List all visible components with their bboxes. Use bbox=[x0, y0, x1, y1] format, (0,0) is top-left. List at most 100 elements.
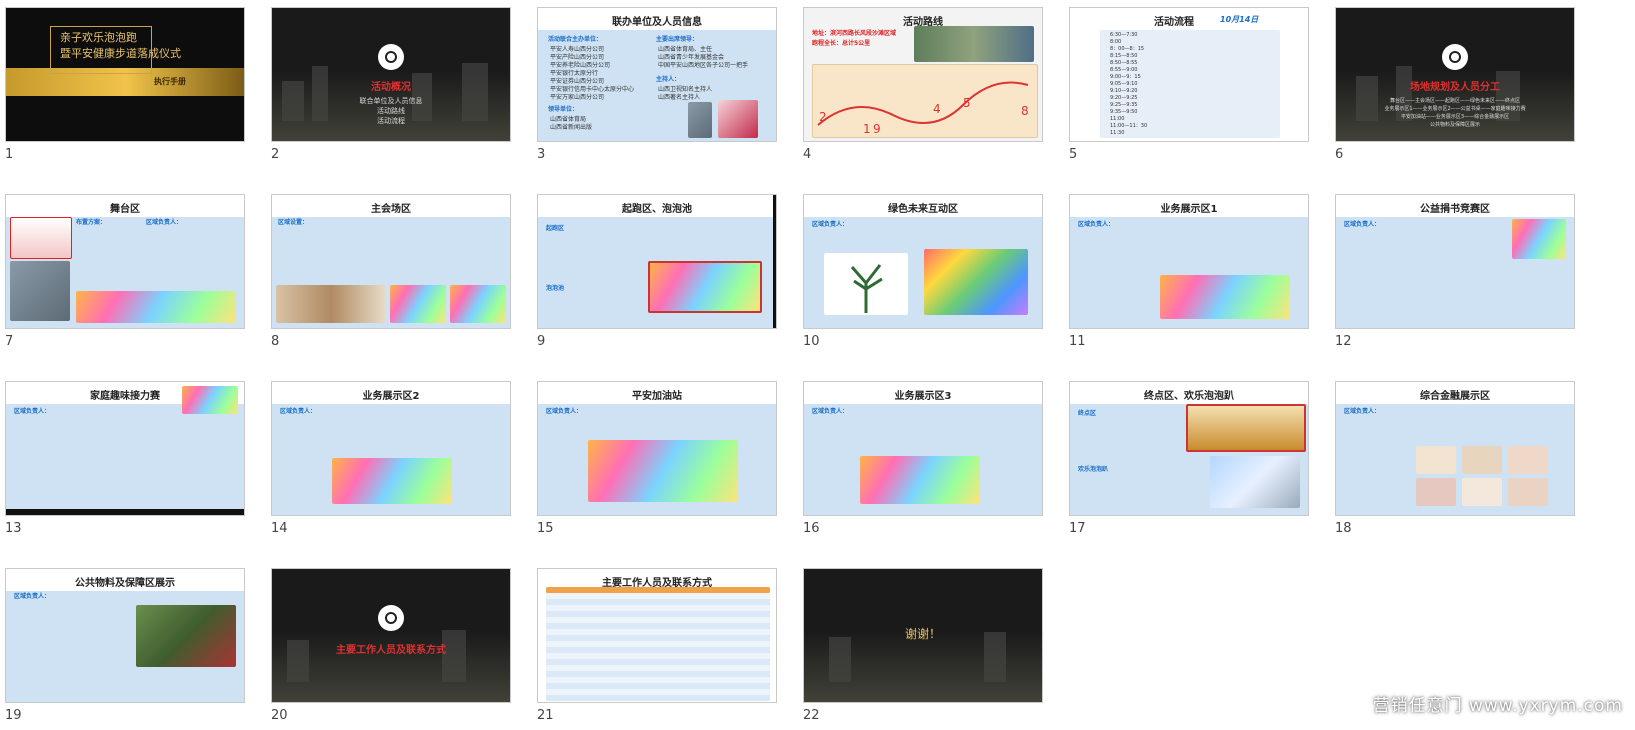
slide-thumbnail-7[interactable]: 舞台区 布置方案： 区域负责人： 7 bbox=[0, 187, 250, 354]
section-line: 活动路线 bbox=[377, 107, 405, 115]
text-heading: 区域负责人： bbox=[280, 408, 317, 415]
slide-title: 联办单位及人员信息 bbox=[612, 17, 702, 28]
schedule-time: 8：00—8：15 bbox=[1110, 46, 1145, 52]
stage-rendering bbox=[10, 217, 72, 259]
route-address: 地址：滨河西路长风段沙滩区域 bbox=[812, 30, 897, 37]
slide-thumbnail-18[interactable]: 综合金融展示区 区域负责人： 18 bbox=[1330, 374, 1580, 541]
finish-arch-image bbox=[1186, 404, 1306, 452]
slide-number: 8 bbox=[271, 334, 280, 349]
text-heading: 主持人： bbox=[656, 76, 681, 83]
text-heading: 泡泡池 bbox=[546, 285, 565, 292]
schedule-time: 9:00—9：15 bbox=[1110, 74, 1141, 80]
text-line: 山西著名主持人 bbox=[658, 94, 701, 101]
text-heading: 区域负责人： bbox=[146, 219, 183, 226]
poster-image bbox=[1508, 478, 1548, 506]
slide-number: 13 bbox=[5, 521, 22, 536]
slide-preview: 主要工作人员及联系方式 bbox=[537, 568, 777, 703]
thanks-text: 谢谢！ bbox=[904, 627, 941, 641]
section-line: 联合单位及人员信息 bbox=[359, 97, 423, 105]
text-line: 平安银行信用卡中心太原分中心 bbox=[550, 86, 635, 93]
host-photo bbox=[688, 102, 712, 138]
schedule-time: 6:30—7:30 bbox=[1110, 32, 1138, 38]
schedule-time: 9:20—9:25 bbox=[1110, 95, 1138, 101]
slide-thumbnail-16[interactable]: 业务展示区3 区域负责人： 16 bbox=[798, 374, 1048, 541]
bubble-party-photo bbox=[1210, 456, 1300, 508]
slide-title: 终点区、欢乐泡泡趴 bbox=[1144, 391, 1234, 402]
text-heading: 布置方案： bbox=[76, 219, 107, 226]
text-line: 平安证券山西分公司 bbox=[550, 78, 605, 85]
schedule-time: 8:15—8:50 bbox=[1110, 53, 1138, 59]
slide-title: 业务展示区2 bbox=[362, 391, 420, 402]
text-line: 平安万家山西分公司 bbox=[550, 94, 605, 101]
slide-preview: 亲子欢乐泡泡跑 暨平安健康步道落成仪式 执行手册 bbox=[5, 7, 245, 142]
banner-image bbox=[588, 440, 738, 502]
schedule-time: 11:30 bbox=[1110, 130, 1125, 136]
slide-preview: 业务展示区1 区域负责人： bbox=[1069, 194, 1309, 329]
slide-preview: 家庭趣味接力赛 区域负责人： bbox=[5, 381, 245, 516]
text-heading: 主要出席领导： bbox=[656, 36, 699, 43]
text-line: 平安养老险山西分公司 bbox=[550, 62, 611, 69]
title-line-1: 亲子欢乐泡泡跑 bbox=[60, 31, 137, 44]
text-heading: 区域设置： bbox=[278, 219, 309, 226]
slide-thumbnail-4[interactable]: 活动路线 地址：滨河西路长风段沙滩区域 跑程全长：总计5公里 2 1 9 4 5… bbox=[798, 0, 1048, 167]
slide-number: 21 bbox=[537, 708, 554, 723]
staff-contact-table bbox=[546, 587, 770, 701]
site-map bbox=[10, 261, 70, 321]
slide-thumbnail-6[interactable]: 场地规划及人员分工 舞台区——主会场区——起跑区——绿色未来区——终点区 业务展… bbox=[1330, 0, 1580, 167]
schedule-time: 8:55—9:00 bbox=[1110, 67, 1138, 73]
slide-thumbnail-8[interactable]: 主会场区 区域设置： 8 bbox=[266, 187, 516, 354]
slide-thumbnail-3[interactable]: 联办单位及人员信息 活动联合主办单位： 平安人寿山西分公司 平安产险山西分公司 … bbox=[532, 0, 782, 167]
slide-thumbnail-14[interactable]: 业务展示区2 区域负责人： 14 bbox=[266, 374, 516, 541]
section-title: 场地规划及人员分工 bbox=[1410, 82, 1500, 93]
slide-thumbnail-21[interactable]: 主要工作人员及联系方式 21 bbox=[532, 561, 782, 728]
slide-number: 22 bbox=[803, 708, 820, 723]
slide-thumbnail-15[interactable]: 平安加油站 区域负责人： 15 bbox=[532, 374, 782, 541]
slide-title: 平安加油站 bbox=[632, 391, 682, 402]
poster-image bbox=[1508, 446, 1548, 474]
banner-image bbox=[450, 285, 506, 323]
banner-image bbox=[860, 456, 980, 504]
eye-icon bbox=[378, 44, 404, 70]
section-line: 活动流程 bbox=[377, 117, 405, 125]
text-heading: 区域负责人： bbox=[14, 408, 51, 415]
slide-number: 19 bbox=[5, 708, 22, 723]
text-heading: 起跑区 bbox=[546, 225, 565, 232]
text-heading: 区域负责人： bbox=[1078, 221, 1115, 228]
slide-thumbnail-22[interactable]: 谢谢！ 22 bbox=[798, 561, 1048, 728]
text-line: 山西省体育局 bbox=[550, 116, 587, 123]
slide-preview: 综合金融展示区 区域负责人： bbox=[1335, 381, 1575, 516]
slide-preview: 主要工作人员及联系方式 bbox=[271, 568, 511, 703]
slide-thumbnail-19[interactable]: 公共物料及保障区展示 区域负责人： 19 bbox=[0, 561, 250, 728]
aerial-map bbox=[136, 605, 236, 667]
poster-image bbox=[1416, 478, 1456, 506]
slide-thumbnail-2[interactable]: 活动概况 联合单位及人员信息 活动路线 活动流程 2 bbox=[266, 0, 516, 167]
svg-text:8: 8 bbox=[1021, 104, 1029, 118]
svg-text:1: 1 bbox=[863, 122, 871, 136]
slide-thumbnail-20[interactable]: 主要工作人员及联系方式 20 bbox=[266, 561, 516, 728]
slide-thumbnail-12[interactable]: 公益捐书竞赛区 区域负责人： 12 bbox=[1330, 187, 1580, 354]
banner-image bbox=[1512, 219, 1566, 259]
slide-thumbnail-10[interactable]: 绿色未来互动区 区域负责人： 10 bbox=[798, 187, 1048, 354]
slide-thumbnail-17[interactable]: 终点区、欢乐泡泡趴 终点区 欢乐泡泡趴 17 bbox=[1064, 374, 1314, 541]
poster-image bbox=[1462, 446, 1502, 474]
banner-image bbox=[390, 285, 446, 323]
slide-preview: 绿色未来互动区 区域负责人： bbox=[803, 194, 1043, 329]
poster-image bbox=[1416, 446, 1456, 474]
text-heading: 区域负责人： bbox=[546, 408, 583, 415]
text-heading: 区域负责人： bbox=[812, 221, 849, 228]
slide-thumbnail-5[interactable]: 活动流程 10月14日 6:30—7:30 8:00 8：00—8：15 8:1… bbox=[1064, 0, 1314, 167]
slide-preview: 活动路线 地址：滨河西路长风段沙滩区域 跑程全长：总计5公里 2 1 9 4 5… bbox=[803, 7, 1043, 142]
slide-title: 起跑区、泡泡池 bbox=[622, 204, 692, 215]
slide-number: 11 bbox=[1069, 334, 1086, 349]
slide-preview: 业务展示区3 区域负责人： bbox=[803, 381, 1043, 516]
text-line: 山西省青少年发展基金会 bbox=[658, 54, 725, 61]
slide-thumbnail-11[interactable]: 业务展示区1 区域负责人： 11 bbox=[1064, 187, 1314, 354]
slide-number: 4 bbox=[803, 147, 812, 162]
slide-title: 综合金融展示区 bbox=[1420, 391, 1490, 402]
slide-thumbnail-13[interactable]: 家庭趣味接力赛 区域负责人： 13 bbox=[0, 374, 250, 541]
text-line: 平安银行太原分行 bbox=[550, 70, 599, 77]
slide-title: 公共物料及保障区展示 bbox=[75, 578, 175, 589]
slide-thumbnail-1[interactable]: 亲子欢乐泡泡跑 暨平安健康步道落成仪式 执行手册 1 bbox=[0, 0, 250, 167]
slide-thumbnail-9[interactable]: 起跑区、泡泡池 起跑区 泡泡池 9 bbox=[532, 187, 782, 354]
schedule-time: 9:10—9:20 bbox=[1110, 88, 1138, 94]
